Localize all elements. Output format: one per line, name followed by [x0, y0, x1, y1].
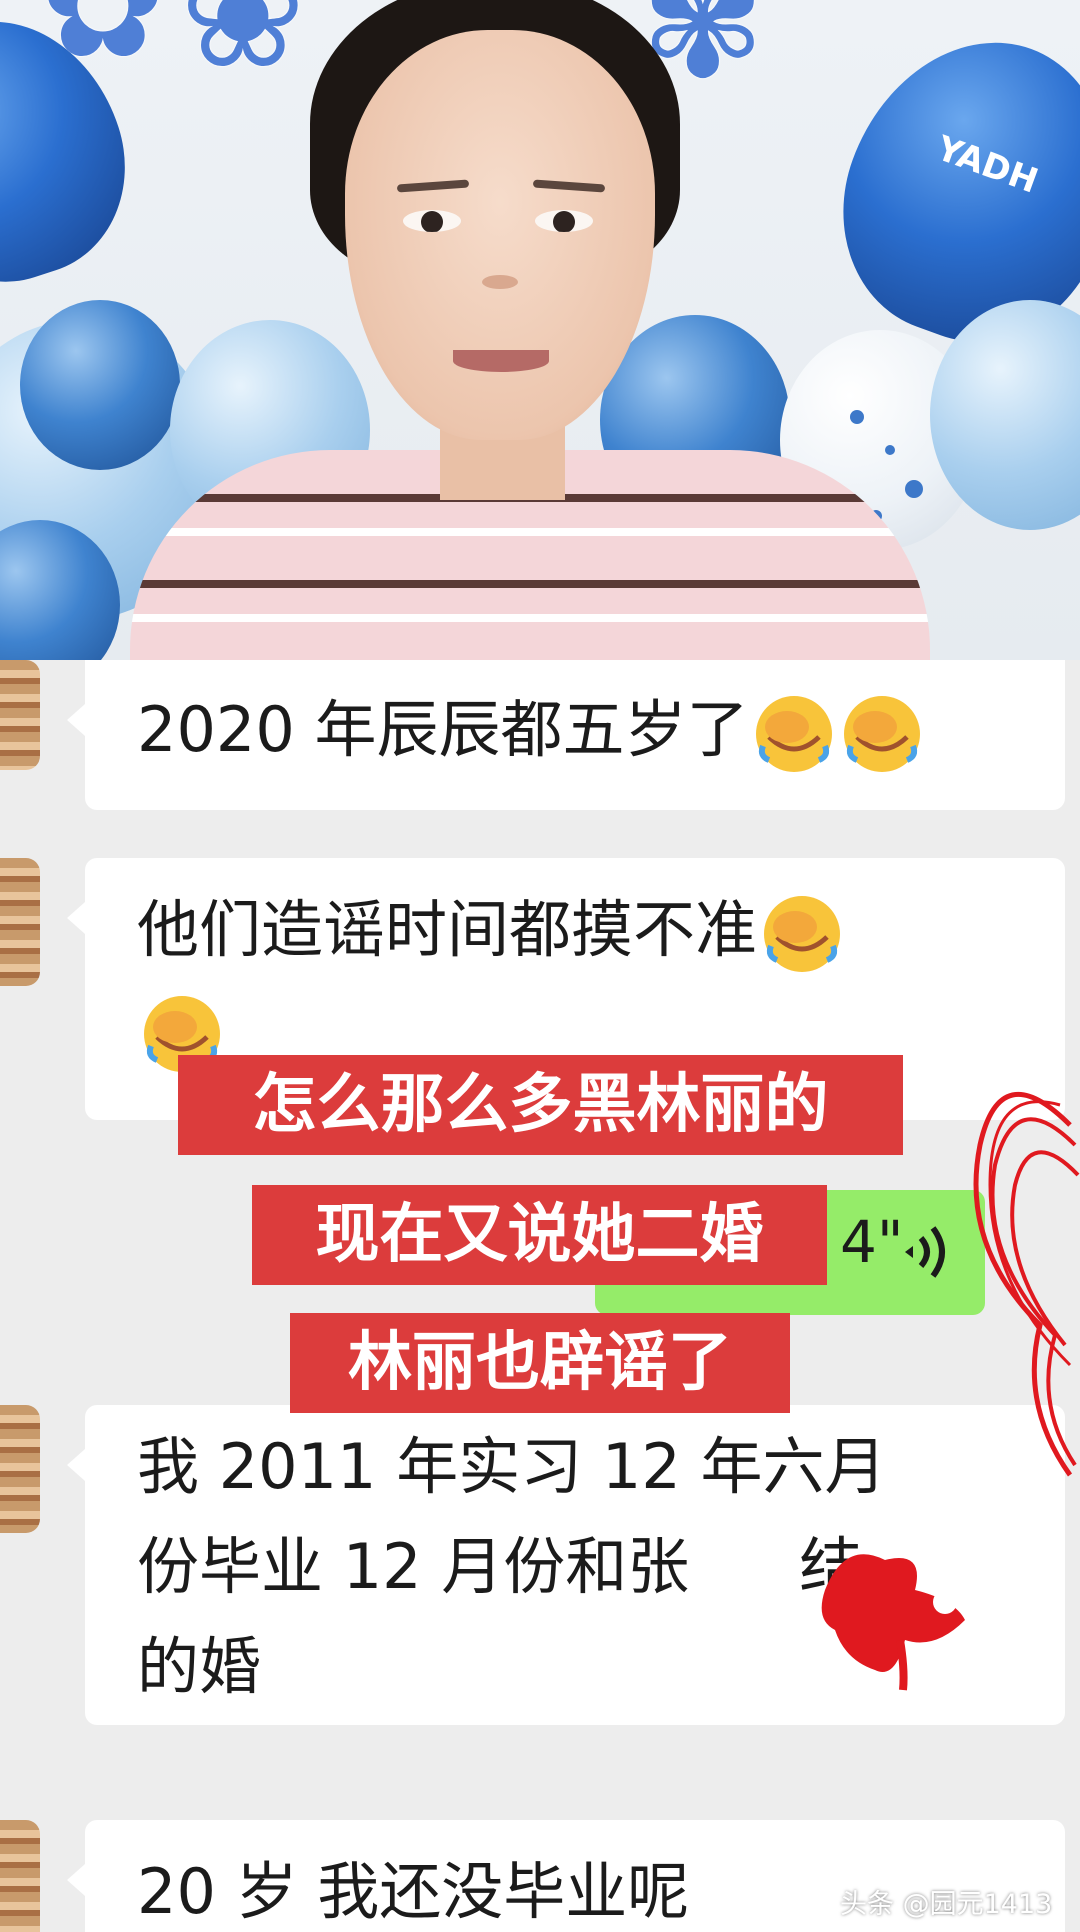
- face: [345, 30, 655, 440]
- red-heart-scribble: [973, 1091, 1080, 1477]
- watermark: 头条 @园元1413: [840, 1889, 1053, 1920]
- message-text: 他们造谣时间都摸不准: [137, 893, 758, 966]
- caption-line-1: 怎么那么多黑林丽的: [178, 1055, 903, 1155]
- caption-line-2: 现在又说她二婚: [252, 1185, 827, 1285]
- eye: [403, 210, 461, 232]
- video-frame-photo: ✿ ❀ ✾ YADH: [0, 0, 1080, 660]
- caption-line-3: 林丽也辟谣了: [290, 1313, 790, 1413]
- facepalm-emoji-icon: [839, 691, 925, 777]
- voice-wave-icon: [905, 1226, 945, 1278]
- person-portrait: [0, 0, 1080, 660]
- message-text: 我 2011 年实习 12 年六月: [137, 1430, 887, 1503]
- avatar-thumbnail: [0, 1405, 40, 1533]
- chat-screenshot: 2020 年辰辰都五岁了 他们造谣时间都摸不准 4" 我 2011 年实习 12…: [0, 660, 1080, 1932]
- avatar-thumbnail: [0, 858, 40, 986]
- eye: [535, 210, 593, 232]
- redaction-scribble: [821, 1554, 965, 1691]
- avatar-thumbnail: [0, 1820, 40, 1932]
- message-text: 2020 年辰辰都五岁了: [137, 693, 749, 766]
- mouth: [453, 350, 549, 372]
- message-text: 份毕业 12 月份和张: [137, 1530, 690, 1603]
- nose: [482, 275, 518, 289]
- facepalm-emoji-icon: [759, 891, 845, 977]
- eyebrow: [396, 179, 470, 193]
- eyebrow: [532, 179, 606, 193]
- avatar-thumbnail: [0, 660, 40, 770]
- chat-bubble-1: 2020 年辰辰都五岁了: [67, 660, 1065, 810]
- facepalm-emoji-icon: [751, 691, 837, 777]
